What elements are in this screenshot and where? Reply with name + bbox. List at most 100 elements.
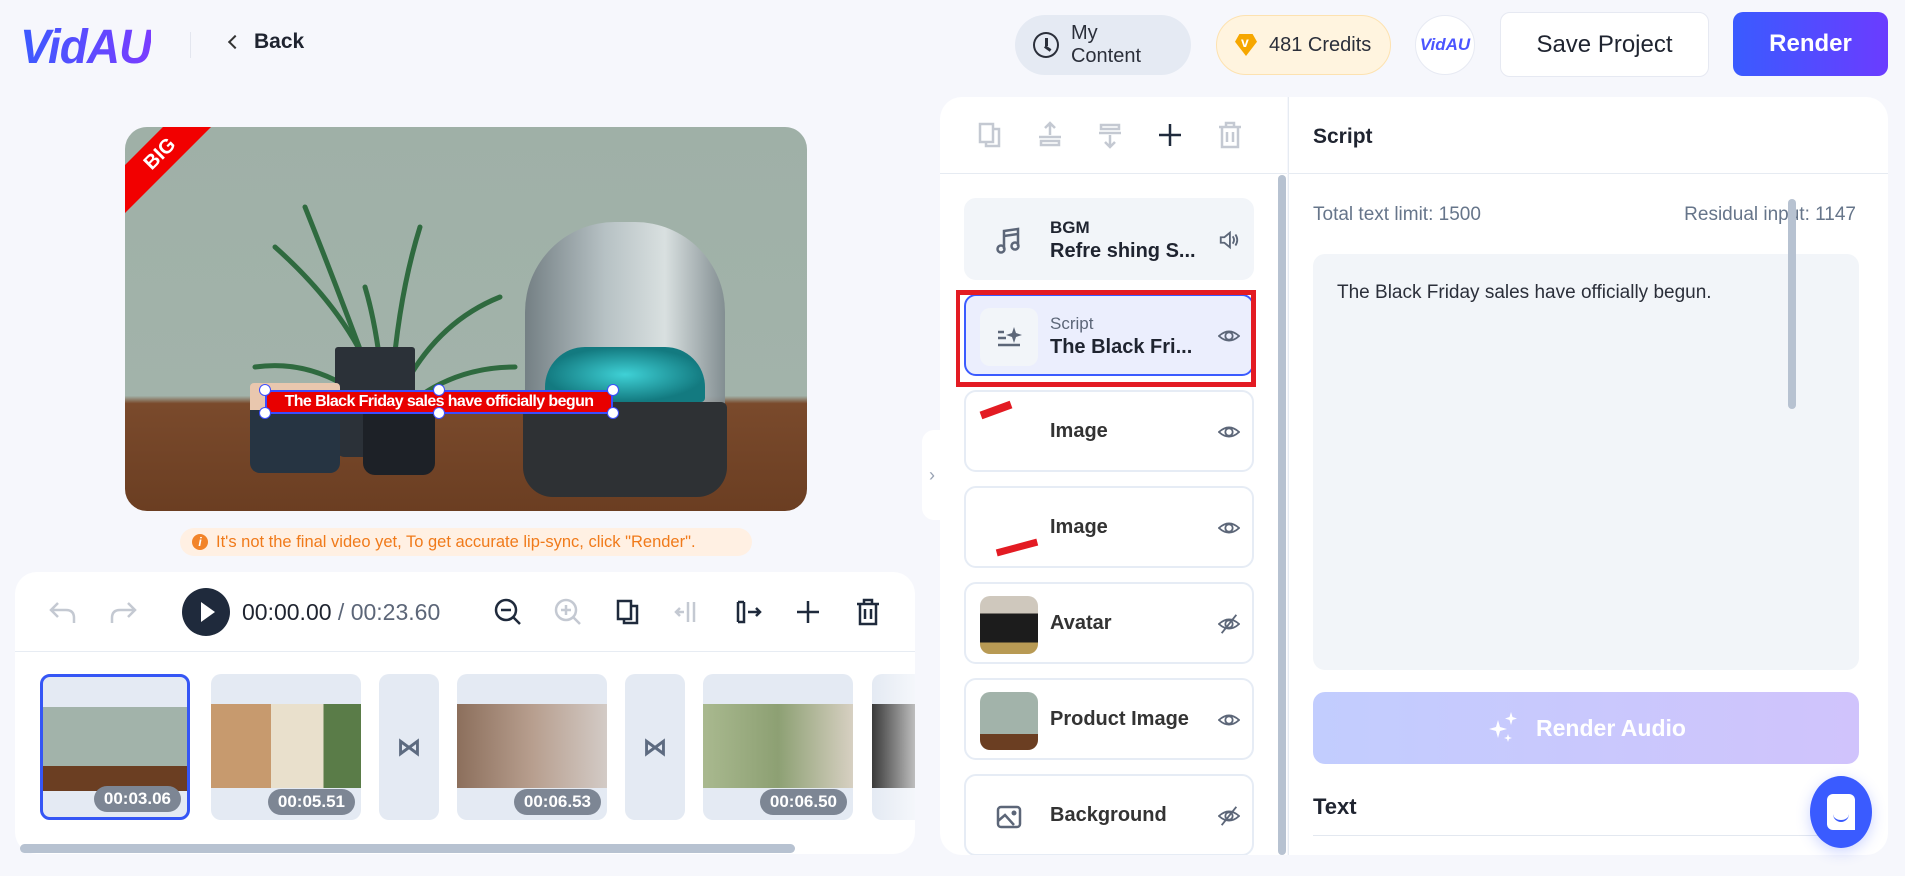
play-button[interactable] [182,588,230,636]
gem-icon [1235,34,1257,56]
layer-product-image[interactable]: Product Image [964,678,1254,760]
duplicate-icon[interactable] [610,594,646,630]
chat-icon [1827,794,1855,830]
layer-label: Script [1050,314,1094,333]
script-panel-scrollbar[interactable] [1788,199,1796,409]
delete-icon[interactable] [850,594,886,630]
notice-text: It's not the final video yet, To get acc… [216,532,696,551]
script-textarea[interactable] [1313,254,1859,670]
resize-handle[interactable] [433,384,445,396]
timeline-clip[interactable]: 00:06.50 [703,674,853,820]
total-text-limit: Total text limit: 1500 [1313,204,1481,225]
layer-title: Background [1050,804,1167,826]
clip-duration: 00:06.53 [513,789,601,815]
layer-title: Product Image [1050,708,1189,730]
eye-off-icon[interactable] [1218,805,1240,827]
eye-icon[interactable] [1218,421,1240,443]
image-icon [980,788,1038,846]
eye-icon[interactable] [1218,325,1240,347]
zoom-out-icon[interactable] [490,594,526,630]
transition-icon: ⋈ [643,733,667,761]
layer-title: The Black Fri... [1050,336,1193,358]
info-icon: i [192,534,208,550]
layer-script[interactable]: Script The Black Fri... [964,294,1254,376]
move-down-icon[interactable] [1092,117,1128,153]
duplicate-layer-icon[interactable] [972,117,1008,153]
transition-icon: ⋈ [397,733,421,761]
layer-thumbnail [995,538,1039,557]
text-section-heading: Text [1313,794,1357,819]
eye-icon[interactable] [1218,709,1240,731]
layer-title: Avatar [1050,612,1112,634]
eye-icon[interactable] [1218,517,1240,539]
layer-image[interactable]: Image [964,486,1254,568]
clip-thumbnail [872,704,915,788]
timeline-clip[interactable]: 00:06.53 [457,674,607,820]
timeline-scrollbar[interactable] [20,844,795,853]
residual-input: Residual input: 1147 [1684,204,1856,225]
transition-button[interactable]: ⋈ [379,674,439,820]
layer-image[interactable]: Image [964,390,1254,472]
resize-handle[interactable] [259,384,271,396]
back-button[interactable]: Back [227,30,305,54]
timeline-clip[interactable]: 00:03.06 [40,674,190,820]
save-project-button[interactable]: Save Project [1500,12,1709,77]
layer-background[interactable]: Background [964,774,1254,855]
resize-handle[interactable] [607,384,619,396]
script-panel: Script Total text limit: 1500 Residual i… [1288,97,1888,855]
script-panel-header: Script [1289,97,1888,174]
timeline-clip[interactable] [872,674,915,820]
split-right-icon[interactable] [730,594,766,630]
credits-label: 481 Credits [1269,33,1372,56]
volume-icon[interactable] [1218,229,1240,251]
preview-notice: i It's not the final video yet, To get a… [180,528,752,556]
render-audio-label: Render Audio [1536,714,1686,741]
split-left-icon[interactable] [670,594,706,630]
script-panel-title: Script [1313,125,1373,148]
support-chat-button[interactable] [1810,776,1872,848]
clip-thumbnail [457,704,607,788]
undo-icon[interactable] [45,594,81,630]
user-avatar[interactable]: VidAU [1415,15,1475,75]
vidau-logo[interactable]: VidAU [20,19,152,74]
redo-icon[interactable] [105,594,141,630]
sale-ribbon: BIG [125,127,226,220]
layers-toolbar [940,97,1287,174]
layers-scrollbar[interactable] [1278,175,1286,855]
timeline-panel: 00:00.00 / 00:23.60 00:03.06 00:05.51 ⋈ … [15,572,915,854]
timeline-clip[interactable]: 00:05.51 [211,674,361,820]
render-audio-button[interactable]: Render Audio [1313,692,1859,764]
back-label: Back [254,30,305,53]
clip-track: 00:03.06 00:05.51 ⋈ 00:06.53 ⋈ 00:06.50 [15,662,915,822]
resize-handle[interactable] [607,407,619,419]
transition-button[interactable]: ⋈ [625,674,685,820]
layer-title: Refre shing S... [1050,240,1196,262]
add-layer-icon[interactable] [1152,117,1188,153]
avatar-thumbnail [980,596,1038,654]
credits-badge[interactable]: 481 Credits [1216,15,1391,75]
move-up-icon[interactable] [1032,117,1068,153]
speaker-base [523,402,727,497]
total-time: 00:23.60 [350,599,441,625]
layer-label: BGM [1050,218,1090,237]
clip-thumbnail [703,704,853,788]
layers-panel: BGM Refre shing S... Script The Black Fr… [940,97,1287,855]
add-icon[interactable] [790,594,826,630]
current-time: 00:00.00 [242,599,332,625]
my-content-button[interactable]: My Content [1015,15,1191,75]
playback-time: 00:00.00 / 00:23.60 [242,599,441,625]
layer-avatar[interactable]: Avatar [964,582,1254,664]
eye-off-icon[interactable] [1218,613,1240,635]
layer-bgm[interactable]: BGM Refre shing S... [964,198,1254,280]
divider [1313,835,1859,836]
video-preview[interactable]: BIG The Black Friday sales have official… [125,127,807,511]
delete-layer-icon[interactable] [1212,117,1248,153]
my-content-label: My Content [1070,22,1142,67]
clip-thumbnail [43,707,187,791]
collapse-panel-button[interactable]: › [922,430,942,520]
render-button[interactable]: Render [1733,12,1888,76]
clip-duration: 00:06.50 [759,789,847,815]
zoom-in-icon[interactable] [550,594,586,630]
resize-handle[interactable] [433,407,445,419]
resize-handle[interactable] [259,407,271,419]
